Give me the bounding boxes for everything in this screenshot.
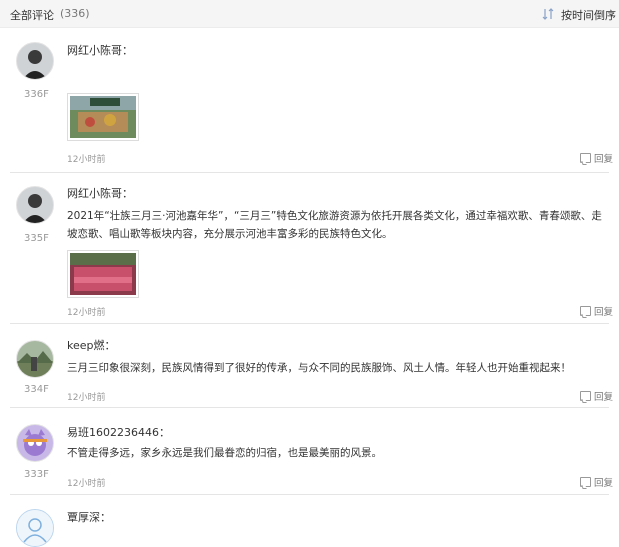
comment-divider <box>10 323 609 324</box>
reply-icon <box>580 477 591 487</box>
reply-icon <box>580 391 591 401</box>
floor-number: 336F <box>24 89 49 100</box>
comment-text: 三月三印象很深刻，民族风情得到了很好的传承，与众不同的民族服饰、风土人情。年轻人… <box>67 362 571 374</box>
floor-number: 333F <box>24 469 49 480</box>
reply-button[interactable]: 回复 <box>580 475 613 489</box>
comment-text: 2021年“壮族三月三·河池嘉年华”，“三月三”特色文化旅游资源为依托开展各类文… <box>67 210 602 240</box>
sort-toggle[interactable]: 按时间倒序 <box>561 7 616 23</box>
cartoon-avatar[interactable] <box>16 424 54 462</box>
comment-divider <box>10 172 609 173</box>
comment-divider <box>10 407 609 408</box>
comments-count: (336) <box>60 7 90 20</box>
landscape-avatar[interactable] <box>16 340 54 378</box>
comment-username[interactable]: 网红小陈哥： <box>67 42 133 58</box>
comment-time: 12小时前 <box>67 393 106 403</box>
comment-username[interactable]: 易班1602236446： <box>67 424 170 440</box>
comment-text: 不管走得多远，家乡永远是我们最眷恋的归宿，也是最美丽的风景。 <box>67 447 382 459</box>
comment-username[interactable]: 覃厚深： <box>67 509 111 525</box>
reply-button[interactable]: 回复 <box>580 389 613 403</box>
comment-username[interactable]: keep燃： <box>67 337 116 353</box>
reply-icon <box>580 153 591 163</box>
comments-title: 全部评论 <box>10 9 54 22</box>
comments-header: 全部评论 (336) 按时间倒序 <box>0 0 619 28</box>
comment-divider <box>10 494 609 495</box>
user-photo-avatar[interactable] <box>16 186 54 224</box>
comment-image[interactable] <box>67 250 139 298</box>
floor-number: 335F <box>24 233 49 244</box>
comment-image[interactable] <box>67 93 139 141</box>
comment-time: 12小时前 <box>67 479 106 489</box>
reply-button[interactable]: 回复 <box>580 151 613 165</box>
comment-username[interactable]: 网红小陈哥： <box>67 185 133 201</box>
default-avatar[interactable] <box>16 509 54 547</box>
sort-order-icon[interactable] <box>542 8 554 20</box>
reply-icon <box>580 306 591 316</box>
floor-number: 334F <box>24 384 49 395</box>
comment-time: 12小时前 <box>67 308 106 318</box>
comment-time: 12小时前 <box>67 155 106 165</box>
reply-button[interactable]: 回复 <box>580 304 613 318</box>
user-photo-avatar[interactable] <box>16 42 54 80</box>
